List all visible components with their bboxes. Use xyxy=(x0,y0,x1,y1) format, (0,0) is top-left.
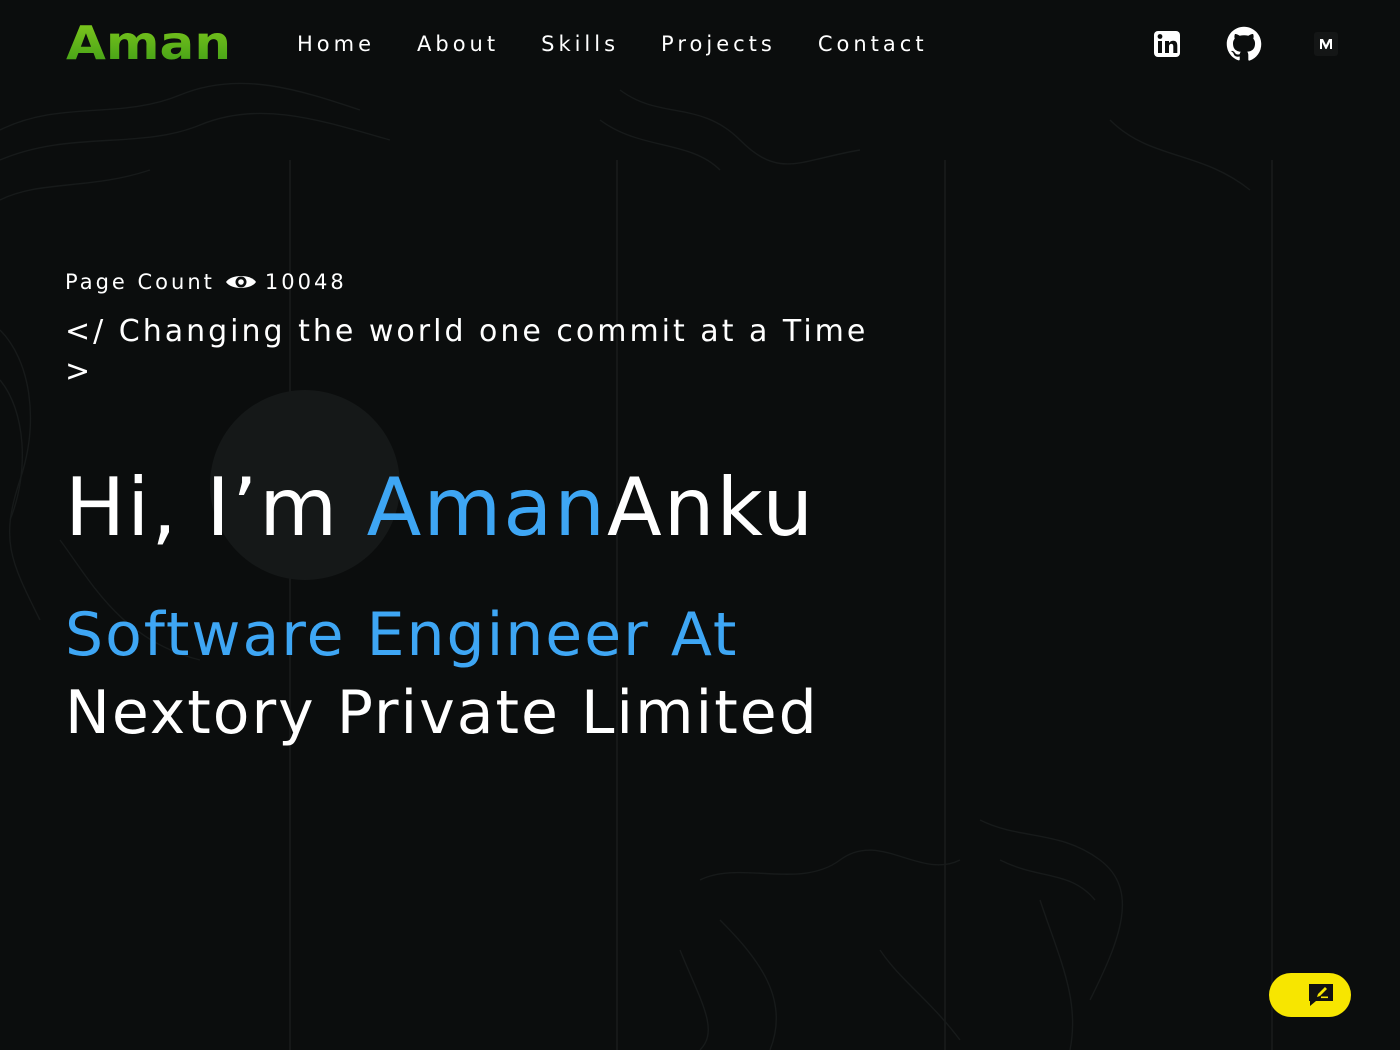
site-logo[interactable]: Aman xyxy=(66,16,236,70)
portfolio-page: Aman Home About Skills Projects Contact … xyxy=(0,0,1400,1050)
main-nav: Home About Skills Projects Contact xyxy=(297,28,970,60)
hero-greeting: Hi, I’m AmanAnku xyxy=(65,458,815,558)
page-count: Page Count 10048 xyxy=(65,270,347,294)
tagline: </ Changing the world one commit at a Ti… xyxy=(65,314,869,389)
logo-wordmark: Aman xyxy=(66,16,231,70)
last-name: Anku xyxy=(607,461,816,554)
linkedin-icon xyxy=(1154,31,1180,57)
medium-link[interactable] xyxy=(1306,24,1346,64)
job-title: Software Engineer At Nextory Private Lim… xyxy=(65,596,819,752)
nav-contact[interactable]: Contact xyxy=(818,28,928,60)
github-icon xyxy=(1226,26,1262,61)
eye-icon xyxy=(225,271,257,293)
nav-home[interactable]: Home xyxy=(297,28,375,60)
first-name: Aman xyxy=(366,461,608,554)
role-line-1: Software Engineer At xyxy=(65,600,739,670)
chat-icon xyxy=(1309,984,1333,1006)
page-count-value: 10048 xyxy=(264,270,347,294)
nav-about[interactable]: About xyxy=(417,28,499,60)
medium-icon xyxy=(1314,32,1338,56)
svg-text:Aman: Aman xyxy=(66,16,231,66)
greeting-text: Hi, I’m xyxy=(65,461,367,554)
page-count-label: Page Count xyxy=(65,270,215,294)
nav-projects[interactable]: Projects xyxy=(661,28,776,60)
chat-button[interactable] xyxy=(1269,973,1351,1017)
role-line-2: Nextory Private Limited xyxy=(65,678,819,748)
github-link[interactable] xyxy=(1224,24,1264,64)
nav-skills[interactable]: Skills xyxy=(541,28,619,60)
linkedin-link[interactable] xyxy=(1147,24,1187,64)
